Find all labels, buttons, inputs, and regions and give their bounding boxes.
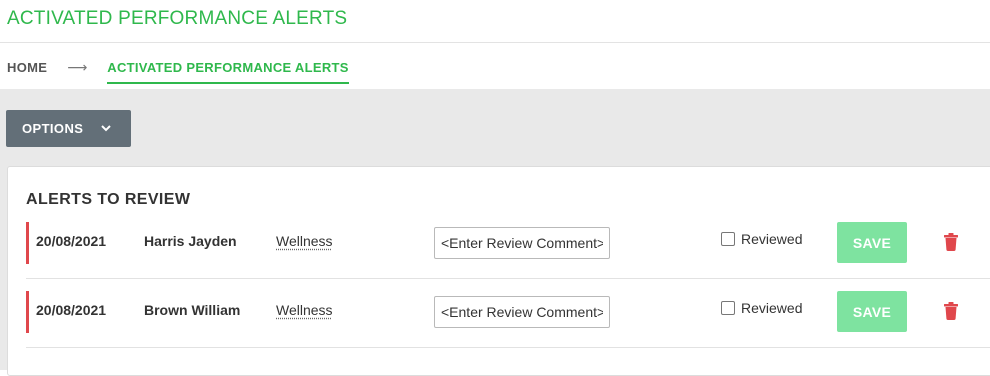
alert-date: 20/08/2021 (36, 302, 107, 318)
reviewed-checkbox[interactable]: Reviewed (721, 300, 802, 316)
reviewed-label: Reviewed (741, 300, 803, 316)
options-button[interactable]: OPTIONS (6, 110, 131, 147)
options-label: OPTIONS (22, 121, 84, 136)
breadcrumb-current[interactable]: ACTIVATED PERFORMANCE ALERTS (107, 60, 349, 84)
alerts-section-title: ALERTS TO REVIEW (26, 191, 191, 208)
alert-category[interactable]: Wellness (276, 233, 333, 249)
chevron-down-icon (101, 125, 112, 132)
alert-marker (26, 291, 29, 333)
trash-icon[interactable] (943, 233, 959, 251)
alert-marker (26, 222, 29, 264)
alert-row: 20/08/2021 Brown William Wellness Review… (26, 277, 990, 348)
alert-row: 20/08/2021 Harris Jayden Wellness Review… (26, 208, 990, 279)
review-comment-input[interactable] (434, 227, 610, 259)
reviewed-label: Reviewed (741, 231, 803, 247)
checkbox-box[interactable] (721, 232, 735, 246)
save-button[interactable]: SAVE (837, 291, 907, 332)
checkbox-box[interactable] (721, 301, 735, 315)
alert-date: 20/08/2021 (36, 233, 107, 249)
save-button[interactable]: SAVE (837, 222, 907, 263)
review-comment-input[interactable] (434, 296, 610, 328)
breadcrumb-home-link[interactable]: HOME (7, 60, 47, 75)
athlete-name: Brown William (144, 302, 241, 318)
trash-icon[interactable] (943, 302, 959, 320)
athlete-name: Harris Jayden (144, 233, 237, 249)
reviewed-checkbox[interactable]: Reviewed (721, 231, 802, 247)
breadcrumb: HOME ⟶ ACTIVATED PERFORMANCE ALERTS (7, 59, 349, 88)
breadcrumb-arrow-icon: ⟶ (67, 59, 88, 75)
title-divider (0, 42, 990, 43)
alert-category[interactable]: Wellness (276, 302, 333, 318)
page-title: ACTIVATED PERFORMANCE ALERTS (7, 8, 348, 29)
